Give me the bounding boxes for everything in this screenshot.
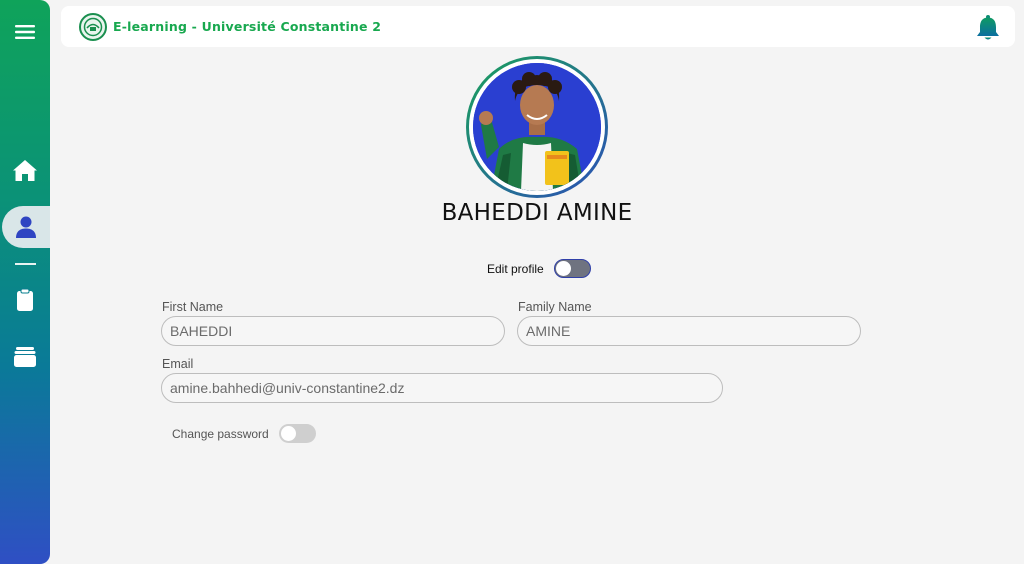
logo-emblem-icon	[83, 17, 103, 37]
archive-icon	[14, 347, 36, 367]
sidebar	[0, 0, 50, 564]
change-password-row: Change password	[172, 424, 316, 443]
change-password-toggle[interactable]	[278, 424, 316, 443]
email-field[interactable]: amine.bahhedi@univ-constantine2.dz	[161, 373, 723, 403]
user-full-name: BAHEDDI AMINE	[441, 200, 633, 226]
email-label: Email	[162, 357, 194, 371]
sidebar-item-home[interactable]	[0, 150, 50, 190]
notifications-button[interactable]	[975, 14, 1001, 42]
first-name-label: First Name	[162, 300, 224, 314]
edit-profile-row: Edit profile	[487, 259, 591, 278]
university-logo	[79, 13, 107, 41]
first-name-field[interactable]: BAHEDDI	[161, 316, 505, 346]
home-icon	[13, 160, 37, 181]
menu-icon	[15, 25, 35, 39]
family-name-label: Family Name	[518, 300, 592, 314]
bell-icon	[977, 15, 999, 40]
sidebar-divider	[15, 263, 36, 265]
edit-profile-label: Edit profile	[487, 261, 544, 276]
avatar	[466, 56, 608, 198]
sidebar-item-archive[interactable]	[0, 337, 50, 377]
family-name-field[interactable]: AMINE	[517, 316, 861, 346]
clipboard-icon	[17, 288, 33, 311]
change-password-label: Change password	[172, 426, 269, 441]
sidebar-item-courses[interactable]	[0, 280, 50, 320]
top-header: E-learning - Université Constantine 2	[61, 6, 1015, 47]
edit-profile-toggle[interactable]	[553, 259, 591, 278]
menu-button[interactable]	[0, 12, 50, 52]
profile-photo	[473, 63, 601, 191]
app-title: E-learning - Université Constantine 2	[113, 19, 382, 34]
